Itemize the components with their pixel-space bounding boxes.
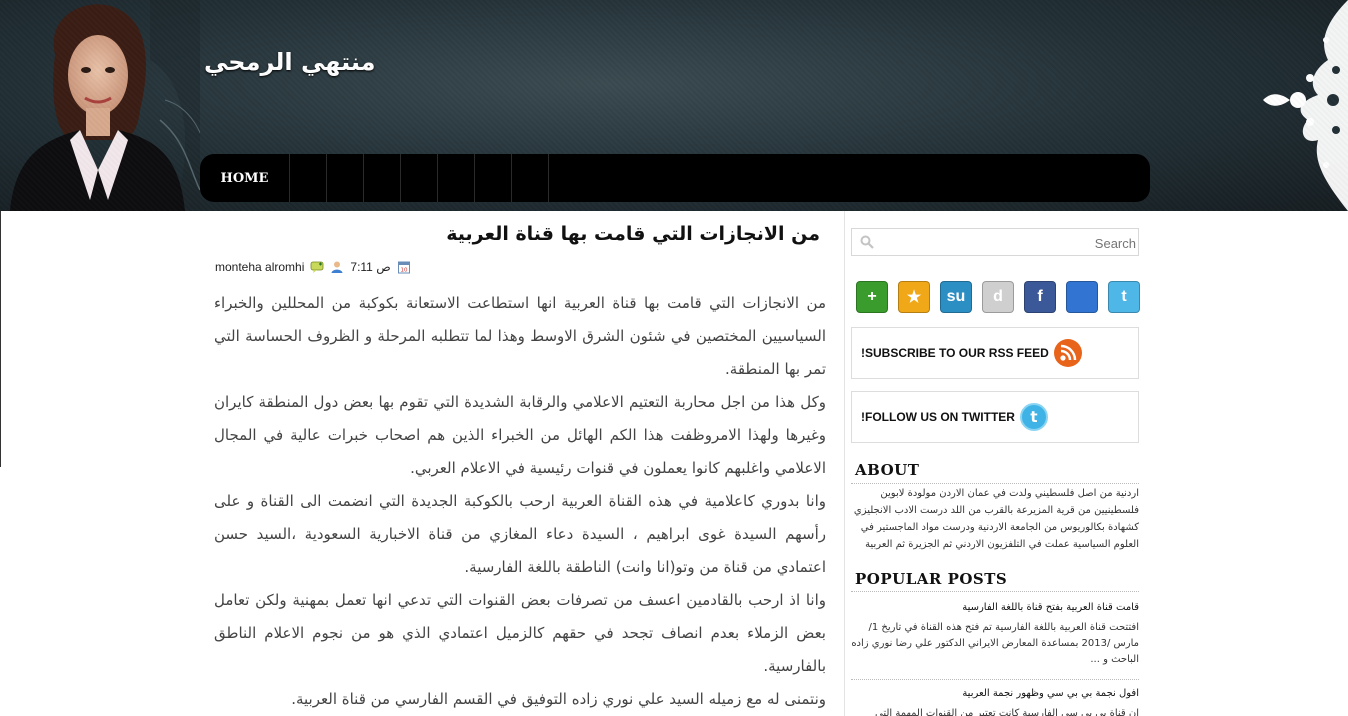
svg-text:10: 10 xyxy=(400,268,407,274)
post-paragraph: وانا بدوري كاعلامية في هذه القناة العربي… xyxy=(214,492,826,576)
post-author[interactable]: monteha alromhi xyxy=(215,260,304,274)
divider xyxy=(851,483,1139,484)
rss-subscribe-label[interactable]: !SUBSCRIBE TO OUR RSS FEED xyxy=(861,346,1049,360)
main-navigation-bar: HOME xyxy=(200,154,1150,202)
search-icon[interactable] xyxy=(860,235,874,249)
rss-icon[interactable] xyxy=(1053,338,1083,368)
stumbleupon-icon[interactable]: su xyxy=(940,281,972,313)
rss-subscribe-box[interactable]: !SUBSCRIBE TO OUR RSS FEED xyxy=(851,327,1139,379)
author-portrait-image xyxy=(10,0,200,211)
social-icons-row: + ★ su d f t xyxy=(856,281,1140,313)
nav-item-empty[interactable] xyxy=(438,154,475,202)
post-title[interactable]: من الانجازات التي قامت بها قناة العربية xyxy=(446,223,820,245)
nav-item-empty[interactable] xyxy=(401,154,438,202)
calendar-icon: 10 xyxy=(397,261,410,274)
post-paragraph: وانا اذ ارحب بالقادمين اعسف من تصرفات بع… xyxy=(214,591,826,675)
twitter-follow-label[interactable]: !FOLLOW US ON TWITTER xyxy=(861,410,1015,424)
user-icon xyxy=(331,261,343,273)
site-header: منتهي الرمحي HOME xyxy=(0,0,1348,211)
floral-ornament-icon xyxy=(1263,0,1348,211)
post-paragraph: ونتمنى له مع زميله السيد علي نوري زاده ا… xyxy=(291,690,826,708)
main-content: من الانجازات التي قامت بها قناة العربية … xyxy=(200,211,836,716)
post-time: 7:11 ص xyxy=(350,260,391,274)
twitter-bird-icon[interactable]: t xyxy=(1019,402,1049,432)
post-meta: monteha alromhi 7:11 ص 10 xyxy=(215,260,411,274)
about-text: اردنية من اصل فلسطيني ولدت في عمان الارد… xyxy=(853,488,1139,550)
sidebar: + ★ sudf t !SUBSCRIBE TO OUR RSS FEED !FOLL… xyxy=(844,211,1151,716)
twitter-icon[interactable]: t xyxy=(1108,281,1140,313)
favorites-icon[interactable]: ★ xyxy=(898,281,930,313)
post-body: من الانجازات التي قامت بها قناة العربية … xyxy=(214,287,826,716)
facebook-icon[interactable]: f xyxy=(1024,281,1056,313)
divider xyxy=(851,679,1139,680)
popular-post-title[interactable]: قامت قناة العربية بفتح قناة باللغة الفار… xyxy=(855,602,1139,613)
svg-text:t: t xyxy=(1030,408,1037,426)
popular-post-title[interactable]: افول نجمة بي بي سي وظهور نجمة العربية xyxy=(855,688,1139,699)
page-left-border xyxy=(0,211,1,467)
site-title[interactable]: منتهي الرمحي xyxy=(204,48,376,76)
about-widget-title: ABOUT xyxy=(855,461,920,479)
nav-item-home[interactable]: HOME xyxy=(200,154,290,202)
popular-post-snippet: ان قناة بي بي سي الفارسية كانت تعتبر من … xyxy=(875,708,1139,716)
delicious-icon[interactable] xyxy=(1066,281,1098,313)
digg-icon[interactable]: d xyxy=(982,281,1014,313)
post-paragraph: من الانجازات التي قامت بها قناة العربية … xyxy=(214,294,826,378)
search-input[interactable] xyxy=(878,229,1138,257)
addthis-icon[interactable]: + xyxy=(856,281,888,313)
popular-post-snippet: افتتحت قناة العربية باللغة الفارسية تم ف… xyxy=(851,622,1139,665)
twitter-follow-box[interactable]: !FOLLOW US ON TWITTER t xyxy=(851,391,1139,443)
nav-item-empty[interactable] xyxy=(290,154,327,202)
popular-posts-title: POPULAR POSTS xyxy=(855,570,1008,588)
nav-item-empty[interactable] xyxy=(512,154,549,202)
nav-item-empty[interactable] xyxy=(364,154,401,202)
comment-icon[interactable] xyxy=(310,260,324,274)
post-paragraph: وكل هذا من اجل محاربة التعتيم الاعلامي و… xyxy=(214,393,826,477)
nav-item-empty[interactable] xyxy=(475,154,512,202)
divider xyxy=(851,591,1139,592)
nav-item-empty[interactable] xyxy=(327,154,364,202)
search-box xyxy=(851,228,1139,257)
